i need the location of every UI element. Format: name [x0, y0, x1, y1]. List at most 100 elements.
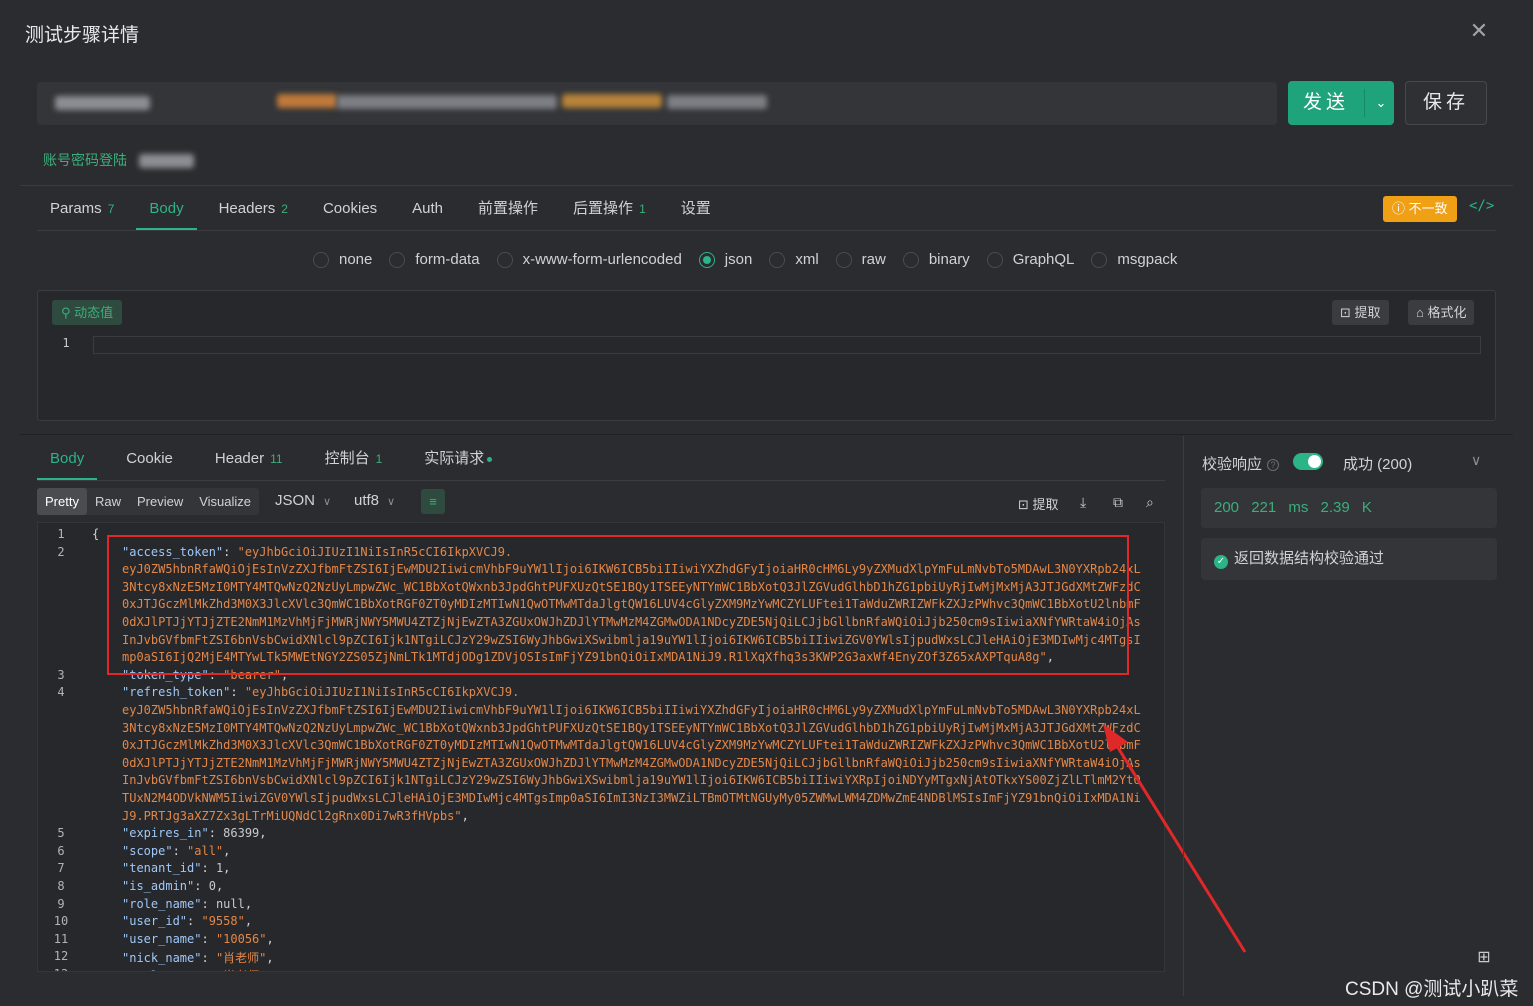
code-line-number: 6	[57, 843, 65, 858]
json-string-value: "eyJhbGciOiJIUzI1NiIsInR5cCI6IkpXVCJ9.	[244, 685, 520, 700]
tab-params[interactable]: Params 7	[37, 188, 127, 230]
code-line: 3Ntcy8xNzE5MzI0MTY4MTQwNzQ2NzUyLmpwZWc_W…	[122, 721, 1141, 735]
inconsistent-badge[interactable]: ⓘ 不一致	[1383, 196, 1457, 222]
extract-icon: ⊡	[1340, 305, 1355, 320]
code-line-number: 9	[57, 896, 65, 911]
download-icon[interactable]: ⤓	[1080, 494, 1086, 511]
highlight-box	[107, 535, 1129, 675]
redacted-param-2	[667, 95, 767, 109]
url-input[interactable]	[37, 82, 1277, 125]
wand-icon: ⚲	[61, 305, 75, 320]
resp-tab-header[interactable]: Header 11	[202, 438, 296, 480]
view-preview[interactable]: Preview	[129, 488, 191, 515]
status-dot	[487, 456, 493, 462]
tab-post-ops[interactable]: 后置操作 1	[560, 188, 659, 230]
json-string-value: 0xJTJGczMlMkZhd3M0X3JlcXVlc3QmWC1BbXotRG…	[122, 738, 1141, 753]
radio-graphql[interactable]: GraphQL	[986, 251, 1074, 268]
validation-panel: 校验响应? 成功 (200) ∨ 200 221 ms 2.39 K ✓ 返回数据…	[1183, 436, 1513, 996]
radio-xml[interactable]: xml	[769, 251, 819, 268]
resp-tab-console[interactable]: 控制台 1	[312, 438, 396, 480]
chevron-down-icon[interactable]: ⌄	[1368, 81, 1394, 125]
tab-pre-ops[interactable]: 前置操作	[465, 188, 551, 230]
resp-tab-body[interactable]: Body	[37, 438, 98, 480]
view-raw[interactable]: Raw	[87, 488, 129, 515]
format-select[interactable]: JSON ∨	[275, 492, 331, 509]
chevron-down-icon[interactable]: ∨	[1471, 452, 1481, 469]
copy-icon[interactable]: ⧉	[1113, 494, 1123, 511]
tab-headers[interactable]: Headers 2	[206, 188, 301, 230]
schema-check-result: ✓ 返回数据结构校验通过	[1201, 538, 1497, 580]
code-line: "tenant_id": 1,	[122, 861, 231, 876]
warning-icon: ⓘ	[1392, 201, 1409, 216]
json-key: "refresh_token"	[122, 685, 231, 700]
json-string-value: J9.PRTJg3aXZ7Zx3gLTrMiUQNdCl2gRnx0Di7wR3…	[122, 808, 462, 823]
json-number-value: null	[215, 896, 245, 911]
json-string-value: 3Ntcy8xNzE5MzI0MTY4MTQwNzQ2NzUyLmpwZWc_W…	[122, 720, 1141, 735]
line-number: 1	[62, 336, 70, 350]
validate-toggle[interactable]	[1293, 453, 1323, 470]
radio-none[interactable]: none	[313, 251, 372, 268]
json-key: "tenant_id"	[122, 861, 202, 876]
code-line: "expires_in": 86399,	[122, 826, 267, 841]
wrap-lines-icon[interactable]: ≡	[421, 489, 445, 514]
json-string-value: TUxN2M4ODVkNWM5IiwiZGV0YWlsIjpudWxsLCJle…	[122, 791, 1141, 805]
json-key: "user_name"	[122, 931, 202, 946]
help-icon[interactable]: ?	[1267, 459, 1280, 472]
redacted-host	[277, 94, 337, 108]
view-mode-segment: Pretty Raw Preview Visualize	[37, 488, 260, 515]
radio-binary[interactable]: binary	[902, 251, 970, 268]
tab-cookies[interactable]: Cookies	[310, 188, 390, 230]
search-icon[interactable]: ⌕	[1146, 494, 1154, 511]
radio-msgpack[interactable]: msgpack	[1091, 251, 1177, 268]
radio-form-data[interactable]: form-data	[389, 251, 480, 268]
radio-json[interactable]: json	[698, 251, 752, 268]
extract-button[interactable]: ⊡ 提取	[1332, 300, 1389, 325]
tab-auth[interactable]: Auth	[399, 188, 456, 230]
validate-response-label: 校验响应?	[1202, 453, 1280, 474]
code-line: "user_id": "9558",	[122, 914, 253, 929]
json-string-value: eyJ0ZW5hbnRfaWQiOjEsInVzZXJfbmFtZSI6IjEw…	[122, 703, 1141, 717]
json-string-value: 0dXJlPTJjYTJjZTE2NmM1MzVhMjFjMWRjNWY5MWU…	[122, 755, 1141, 770]
json-string-value: "all"	[187, 843, 224, 858]
json-number-value: 86399	[223, 826, 260, 841]
code-icon[interactable]: </>	[1469, 198, 1494, 214]
radio-urlencoded[interactable]: x-www-form-urlencoded	[496, 251, 682, 268]
request-body-editor[interactable]: ⚲ 动态值 ⊡ 提取 ⌂ 格式化 1	[37, 290, 1496, 421]
json-key: "real_name"	[122, 969, 201, 971]
encoding-select[interactable]: utf8 ∨	[354, 492, 395, 509]
radio-raw[interactable]: raw	[835, 251, 886, 268]
resp-tab-actual-request[interactable]: 实际请求	[411, 438, 505, 480]
code-line: 0dXJlPTJjYTJjZTE2NmM1MzVhMjFjMWRjNWY5MWU…	[122, 756, 1141, 770]
tab-settings[interactable]: 设置	[668, 188, 724, 230]
code-line-number: 12	[53, 949, 69, 964]
watermark: CSDN @测试小趴菜	[1345, 979, 1519, 1000]
code-line-number: 2	[57, 544, 65, 559]
save-button[interactable]: 保存	[1405, 81, 1487, 125]
chevron-down-icon: ∨	[323, 496, 332, 508]
view-pretty[interactable]: Pretty	[37, 488, 87, 515]
code-line: "refresh_token": "eyJhbGciOiJIUzI1NiIsIn…	[122, 685, 520, 700]
close-icon[interactable]: ✕	[1468, 20, 1490, 42]
view-visualize[interactable]: Visualize	[191, 488, 259, 515]
tab-body[interactable]: Body	[136, 188, 197, 230]
code-line-number: 8	[57, 879, 65, 893]
response-extract-button[interactable]: ⊡ 提取	[1018, 494, 1059, 513]
code-line: {	[92, 527, 100, 541]
json-string-value: InJvbGVfbmFtZSI6bnVsbCwidXNlcl9pZCI6Ijk1…	[122, 773, 1141, 788]
extract-icon: ⊡	[1018, 497, 1033, 512]
layout-icon[interactable]: ⊞	[1467, 943, 1501, 973]
code-line-number: 5	[57, 826, 65, 841]
editor-cursor-line[interactable]	[93, 336, 1481, 354]
login-env-label[interactable]: 账号密码登陆	[43, 150, 194, 170]
send-button[interactable]: 发送 ⌄	[1288, 81, 1394, 125]
redacted-path	[337, 95, 557, 109]
dynamic-value-button[interactable]: ⚲ 动态值	[52, 300, 123, 325]
response-tabs: Body Cookie Header 11 控制台 1 实际请求	[37, 438, 521, 480]
json-key: "scope"	[122, 843, 173, 858]
format-button[interactable]: ⌂ 格式化	[1408, 300, 1475, 325]
chevron-down-icon: ∨	[387, 496, 396, 508]
status-select[interactable]: 成功 (200)	[1343, 453, 1412, 474]
redacted-account	[138, 154, 194, 169]
code-line-number: 10	[53, 914, 69, 929]
resp-tab-cookie[interactable]: Cookie	[113, 438, 186, 480]
